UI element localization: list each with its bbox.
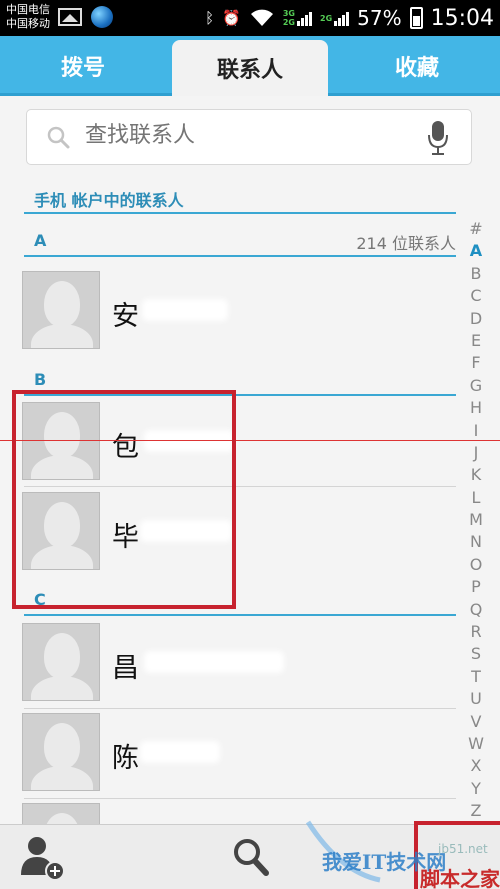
alphabet-letter[interactable]: U: [466, 688, 486, 710]
avatar: [22, 713, 100, 791]
alphabet-letter[interactable]: Q: [466, 599, 486, 621]
carrier-2: 中国移动: [6, 17, 50, 30]
redaction-mask: [142, 299, 228, 321]
alphabet-letter[interactable]: F: [466, 352, 486, 374]
net-bottom-label: 2G: [282, 18, 295, 27]
avatar: [22, 271, 100, 349]
tab-favorites[interactable]: 收藏: [334, 36, 500, 96]
alphabet-letter[interactable]: H: [466, 397, 486, 419]
wifi-icon: [250, 9, 273, 26]
alphabet-letter[interactable]: L: [466, 487, 486, 509]
signal-bars-icon: [297, 10, 312, 26]
contact-row[interactable]: 安: [22, 271, 456, 353]
redaction-mask: [144, 651, 284, 673]
alarm-icon: ⏰: [222, 9, 241, 27]
alphabet-letter[interactable]: J: [466, 442, 486, 464]
status-icons: ᛒ ⏰ 3G 2G 2G 57% 15:04: [205, 0, 494, 36]
contact-name: 安: [112, 301, 139, 332]
contact-row[interactable]: 昌: [22, 623, 456, 705]
alphabet-letter[interactable]: K: [466, 464, 486, 486]
tab-label: 拨号: [60, 56, 105, 81]
tab-bar: 拨号 联系人 收藏: [0, 36, 500, 96]
battery-percent: 57%: [357, 6, 402, 30]
redaction-mask: [140, 741, 220, 763]
letter-divider: [24, 614, 456, 616]
alphabet-letter[interactable]: N: [466, 531, 486, 553]
battery-icon: [409, 7, 423, 29]
alphabet-letter[interactable]: C: [466, 285, 486, 307]
search-box[interactable]: [26, 109, 472, 165]
letter-divider: [24, 255, 456, 257]
contact-row[interactable]: 陈: [22, 713, 456, 795]
signal-3g: 3G 2G: [283, 9, 312, 27]
alphabet-letter[interactable]: S: [466, 643, 486, 665]
tab-dialer[interactable]: 拨号: [0, 36, 166, 96]
net-right-label: 2G: [320, 13, 333, 23]
carrier-1: 中国电信: [6, 3, 50, 16]
alphabet-letter[interactable]: V: [466, 711, 486, 733]
contact-name: 昌: [112, 653, 139, 684]
search-icon: [47, 126, 70, 149]
alphabet-letter[interactable]: E: [466, 330, 486, 352]
alphabet-letter[interactable]: M: [466, 509, 486, 531]
letter-header-b: B: [34, 370, 47, 389]
contact-name: 陈: [112, 743, 139, 774]
gallery-notification-icon: [58, 8, 82, 26]
alphabet-letter[interactable]: T: [466, 666, 486, 688]
alphabet-letter[interactable]: O: [466, 554, 486, 576]
signal-2g: 2G: [320, 10, 350, 26]
alphabet-letter[interactable]: A: [466, 240, 486, 262]
annotation-highlight-box: [12, 390, 236, 609]
avatar: [22, 623, 100, 701]
contact-count: 214 位联系人: [356, 234, 456, 253]
alphabet-letter[interactable]: #: [466, 218, 486, 240]
bluetooth-icon: ᛒ: [205, 9, 215, 27]
clock: 15:04: [430, 5, 494, 31]
alphabet-letter[interactable]: I: [466, 420, 486, 442]
alphabet-letter[interactable]: Y: [466, 778, 486, 800]
alphabet-letter[interactable]: P: [466, 576, 486, 598]
tab-contacts[interactable]: 联系人: [172, 40, 328, 96]
globe-notification-icon: [91, 6, 113, 28]
alphabet-letter[interactable]: X: [466, 755, 486, 777]
section-divider: [24, 212, 456, 214]
tab-label: 联系人: [216, 58, 283, 83]
alphabet-letter[interactable]: W: [466, 733, 486, 755]
alphabet-letter[interactable]: R: [466, 621, 486, 643]
tab-label: 收藏: [394, 56, 439, 81]
account-section-title: 手机 帐户中的联系人: [34, 191, 184, 210]
alphabet-index[interactable]: # A B C D E F G H I J K L M N O P Q R S T U V W X Y Z: [466, 218, 486, 823]
search-icon[interactable]: [232, 837, 270, 877]
search-input[interactable]: [85, 123, 405, 148]
carrier-labels: 中国电信 中国移动: [6, 3, 50, 31]
add-contact-icon[interactable]: [20, 835, 66, 881]
alphabet-letter[interactable]: G: [466, 375, 486, 397]
status-bar: 中国电信 中国移动 ᛒ ⏰ 3G 2G 2G 57% 15:04: [0, 0, 500, 36]
annotation-corner-box: [414, 821, 500, 889]
alphabet-letter[interactable]: Z: [466, 800, 486, 822]
mic-icon[interactable]: [427, 120, 449, 156]
signal-bars-icon: [334, 10, 350, 26]
row-divider: [24, 798, 456, 799]
net-top-label: 3G: [282, 9, 295, 18]
letter-header-a: A: [34, 231, 47, 250]
alphabet-letter[interactable]: B: [466, 263, 486, 285]
row-divider: [24, 708, 456, 709]
alphabet-letter[interactable]: D: [466, 308, 486, 330]
